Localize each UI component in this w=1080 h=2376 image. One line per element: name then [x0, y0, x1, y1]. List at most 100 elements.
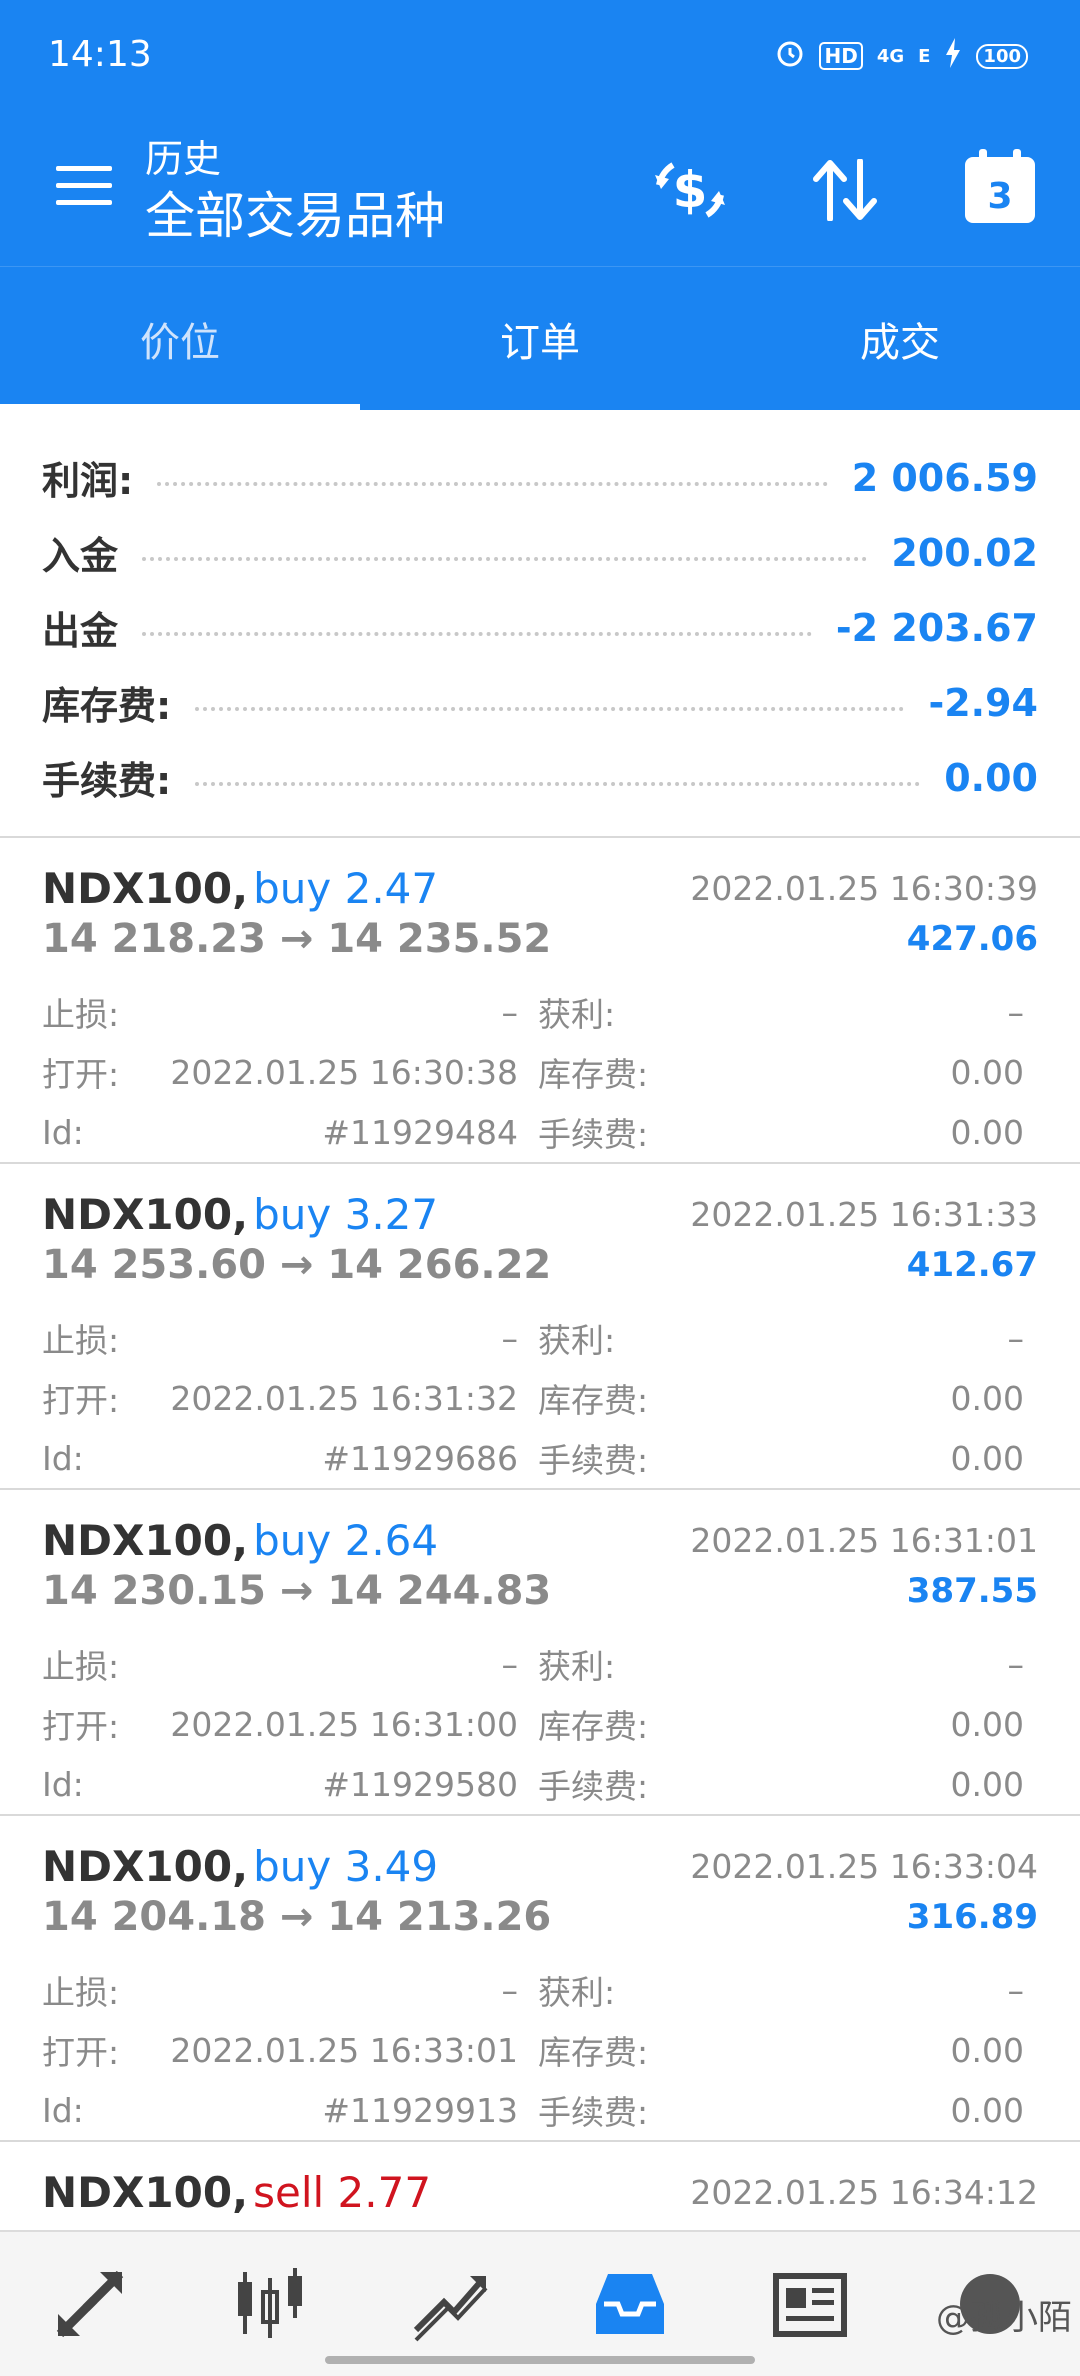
- id-label: Id:: [42, 2090, 84, 2130]
- summary-label: 手续费:: [42, 759, 172, 803]
- fee-value: 0.00: [950, 1112, 1024, 1152]
- deals-list[interactable]: NDX100, buy 2.47 2022.01.25 16:30:39 14 …: [0, 838, 1080, 2230]
- page-subtitle: 历史: [145, 137, 222, 181]
- summary-label: 入金: [42, 534, 119, 578]
- deal-symbol: NDX100,: [42, 1515, 249, 1565]
- deal-prices: 14 230.15 → 14 244.83: [42, 1568, 552, 1614]
- deal-direction: buy 3.49: [253, 1841, 439, 1891]
- 4g-signal-icon: 4G: [876, 45, 905, 67]
- sl-value: –: [501, 1318, 519, 1358]
- swap-label: 库存费:: [538, 2033, 649, 2072]
- summary-label: 利润:: [42, 459, 134, 503]
- dotted-leader: [157, 481, 828, 486]
- deal-item[interactable]: NDX100, buy 2.64 2022.01.25 16:31:01 14 …: [0, 1490, 1080, 1816]
- watermark: @孤小陌: [936, 2298, 1072, 2338]
- swap-label: 库存费:: [538, 1055, 649, 1094]
- open-label: 打开:: [42, 2033, 120, 2072]
- deal-time: 2022.01.25 16:34:12: [690, 2172, 1038, 2212]
- fee-value: 0.00: [950, 1764, 1024, 1804]
- tp-value: –: [1007, 992, 1025, 1032]
- id-value: #11929580: [322, 1764, 518, 1804]
- id-value: #11929686: [322, 1438, 518, 1478]
- charging-icon: [944, 38, 962, 74]
- deal-symbol: NDX100,: [42, 2167, 249, 2217]
- sl-value: –: [501, 1970, 519, 2010]
- status-icons: HD 4G E 100: [775, 38, 1028, 74]
- deal-item[interactable]: NDX100, buy 2.47 2022.01.25 16:30:39 14 …: [0, 838, 1080, 1164]
- tab-orders[interactable]: 订单: [360, 267, 720, 410]
- id-value: #11929913: [322, 2090, 518, 2130]
- swap-value: 0.00: [950, 1378, 1024, 1418]
- sort-icon[interactable]: [805, 150, 885, 230]
- nav-history[interactable]: [540, 2232, 720, 2376]
- sl-label: 止损:: [42, 1647, 120, 1686]
- calendar-icon[interactable]: 3: [960, 149, 1040, 230]
- open-label: 打开:: [42, 1707, 120, 1746]
- open-time-value: 2022.01.25 16:31:00: [170, 1704, 518, 1744]
- deal-profit: 316.89: [906, 1897, 1038, 1937]
- dotted-leader: [195, 781, 921, 786]
- quotes-icon: [56, 2270, 124, 2338]
- home-indicator[interactable]: [325, 2356, 755, 2364]
- open-label: 打开:: [42, 1381, 120, 1420]
- dotted-leader: [142, 631, 812, 636]
- swap-value: 0.00: [950, 1052, 1024, 1092]
- summary-value: 200.02: [891, 530, 1038, 575]
- hd-icon: HD: [819, 42, 863, 70]
- currency-exchange-icon[interactable]: $: [650, 150, 730, 230]
- open-time-value: 2022.01.25 16:31:32: [170, 1378, 518, 1418]
- alarm-icon: [775, 38, 805, 74]
- deal-symbol: NDX100,: [42, 863, 249, 913]
- calendar-day: 3: [965, 149, 1035, 223]
- deal-direction: buy 3.27: [253, 1189, 439, 1239]
- id-label: Id:: [42, 1764, 84, 1804]
- open-label: 打开:: [42, 1055, 120, 1094]
- swap-label: 库存费:: [538, 1381, 649, 1420]
- nav-quotes[interactable]: [0, 2232, 180, 2376]
- deal-direction: buy 2.64: [253, 1515, 439, 1565]
- summary-row-deposit: 入金 200.02: [0, 515, 1080, 590]
- deal-symbol: NDX100,: [42, 1841, 249, 1891]
- bottom-nav: [0, 2230, 1080, 2376]
- open-time-value: 2022.01.25 16:30:38: [170, 1052, 518, 1092]
- tp-label: 获利:: [538, 1647, 616, 1686]
- swap-label: 库存费:: [538, 1707, 649, 1746]
- status-time: 14:13: [48, 34, 152, 75]
- deal-time: 2022.01.25 16:33:04: [690, 1846, 1038, 1886]
- tab-bar: 价位 订单 成交: [0, 266, 1080, 410]
- fee-label: 手续费:: [538, 1115, 649, 1154]
- chart-icon: [238, 2268, 302, 2338]
- tab-positions[interactable]: 价位: [0, 267, 360, 410]
- deal-direction: sell 2.77: [253, 2167, 432, 2217]
- sl-value: –: [501, 992, 519, 1032]
- deal-time: 2022.01.25 16:30:39: [690, 868, 1038, 908]
- fee-label: 手续费:: [538, 2093, 649, 2132]
- nav-trade[interactable]: [360, 2232, 540, 2376]
- fee-value: 0.00: [950, 2090, 1024, 2130]
- deal-prices: 14 253.60 → 14 266.22: [42, 1242, 552, 1288]
- dotted-leader: [142, 556, 868, 561]
- menu-icon[interactable]: [56, 166, 112, 206]
- tp-label: 获利:: [538, 995, 616, 1034]
- sl-label: 止损:: [42, 1321, 120, 1360]
- deal-item[interactable]: NDX100, buy 3.49 2022.01.25 16:33:04 14 …: [0, 1816, 1080, 2142]
- tab-deals[interactable]: 成交: [720, 267, 1080, 410]
- sl-label: 止损:: [42, 1973, 120, 2012]
- summary-value: -2.94: [928, 680, 1038, 725]
- status-bar: 14:13 HD 4G E 100: [0, 0, 1080, 110]
- id-label: Id:: [42, 1438, 84, 1478]
- nav-news[interactable]: [720, 2232, 900, 2376]
- deal-item[interactable]: NDX100, buy 3.27 2022.01.25 16:31:33 14 …: [0, 1164, 1080, 1490]
- nav-chart[interactable]: [180, 2232, 360, 2376]
- fee-value: 0.00: [950, 1438, 1024, 1478]
- summary-panel: 利润: 2 006.59 入金 200.02 出金 -2 203.67 库存费:…: [0, 410, 1080, 838]
- sl-value: –: [501, 1644, 519, 1684]
- sl-label: 止损:: [42, 995, 120, 1034]
- deal-symbol: NDX100,: [42, 1189, 249, 1239]
- page-title[interactable]: 全部交易品种: [145, 176, 445, 248]
- deal-item[interactable]: NDX100, sell 2.77 2022.01.25 16:34:12: [0, 2142, 1080, 2230]
- summary-row-profit: 利润: 2 006.59: [0, 440, 1080, 515]
- summary-label: 出金: [42, 609, 119, 653]
- dotted-leader: [195, 706, 905, 711]
- deal-prices: 14 204.18 → 14 213.26: [42, 1894, 552, 1940]
